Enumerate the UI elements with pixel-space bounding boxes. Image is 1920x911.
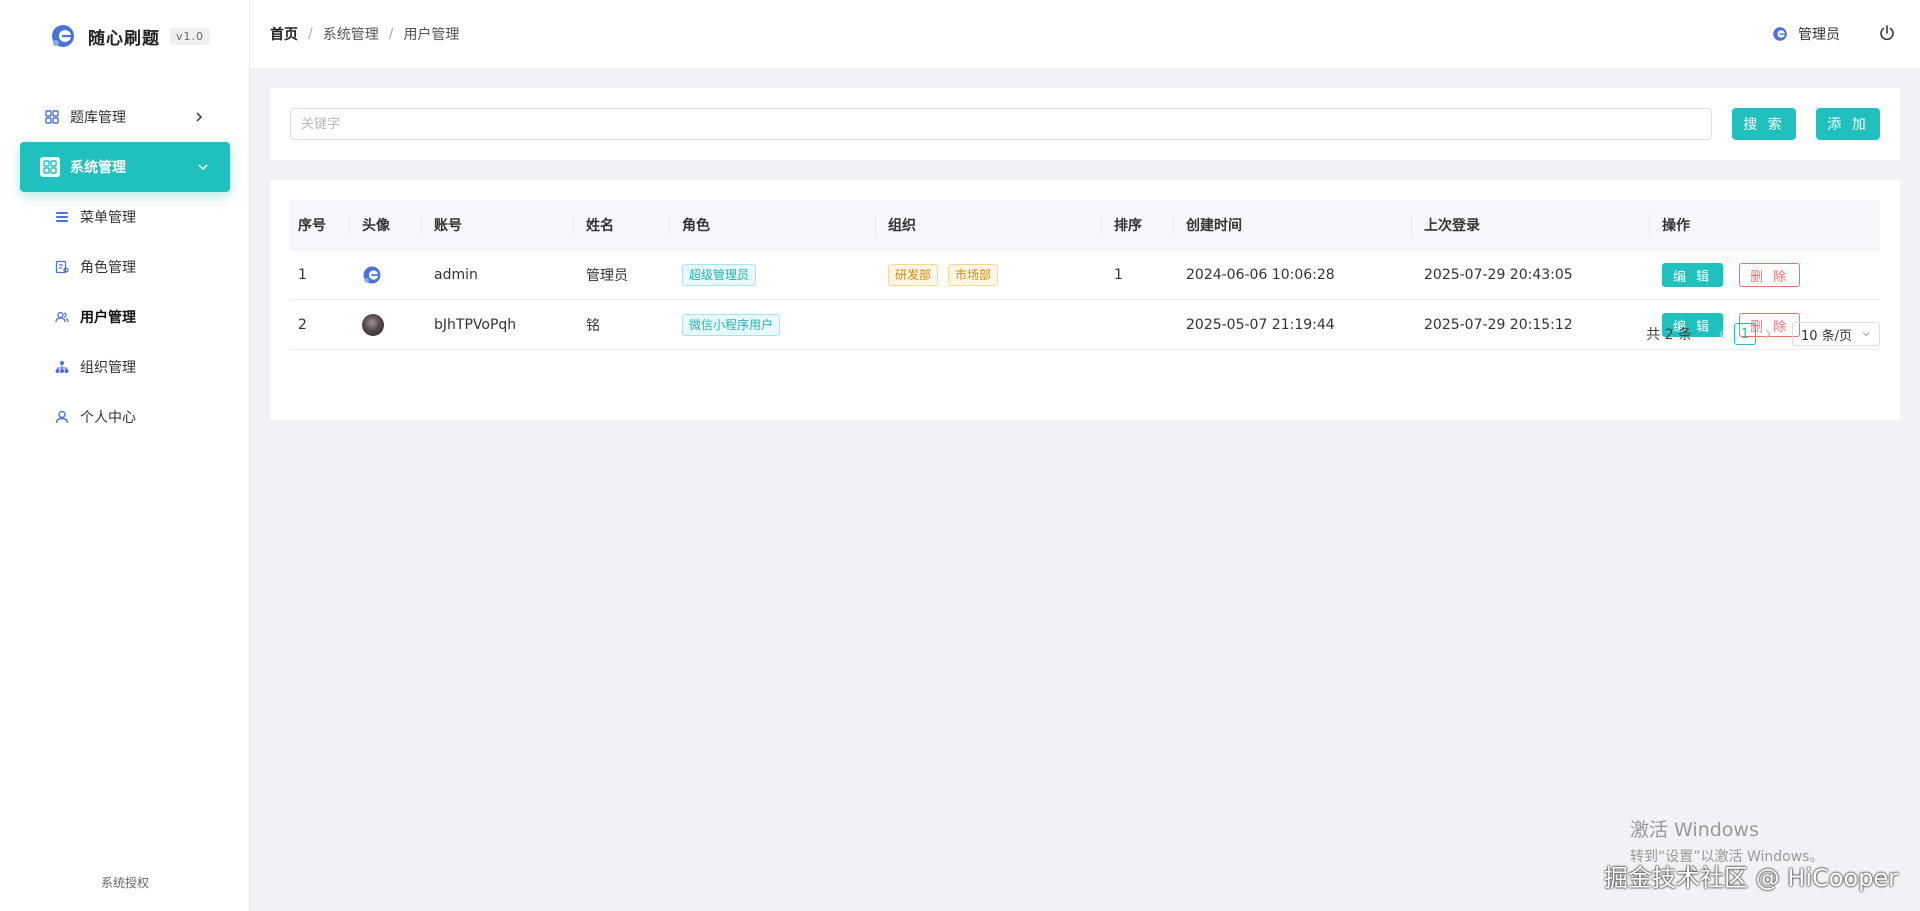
menu-list-icon (54, 209, 70, 225)
column-header-actions: 操作 (1662, 218, 1690, 234)
sidebar-item-system[interactable]: 系统管理 (20, 142, 230, 192)
org-tag: 市场部 (948, 264, 999, 286)
search-button[interactable]: 搜 索 (1732, 108, 1796, 140)
cell-actions: 编 辑 删 除 (1650, 250, 1880, 300)
role-tag: 微信小程序用户 (682, 314, 781, 336)
sidebar-item-question-bank[interactable]: 题库管理 (0, 92, 250, 142)
cell-role: 超级管理员 (670, 250, 876, 300)
sidebar-item-menus[interactable]: 菜单管理 (0, 192, 250, 242)
sidebar-menu: 题库管理 系统管理 菜单管理 角色管理 用户管理 组织管理 个人中心 (0, 92, 250, 442)
chevron-right-icon[interactable] (1762, 328, 1774, 340)
role-icon (54, 259, 70, 275)
cell-avatar (350, 300, 422, 350)
total-count: 共 2 条 (1646, 327, 1692, 343)
system-license-link[interactable]: 系统授权 (0, 874, 250, 891)
column-header-org: 组织 (876, 200, 1102, 250)
column-header-last-login: 上次登录 (1412, 200, 1650, 250)
page-size-select[interactable]: 10 条/页 (1792, 322, 1880, 346)
brand-name: 随心刷题 (88, 28, 160, 49)
avatar (362, 314, 384, 336)
logo-icon (52, 25, 74, 47)
chevron-down-icon (1862, 332, 1870, 337)
avatar (363, 266, 381, 284)
cell-index: 1 (298, 267, 307, 283)
column-header-role: 角色 (670, 200, 876, 250)
table-header-row: 序号 头像 账号 姓名 角色 组织 排序 创建时间 上次登录 操作 (290, 200, 1880, 250)
user-name: 管理员 (1798, 27, 1840, 43)
cell-name: 铭 (586, 318, 600, 334)
pagination: 共 2 条 1 10 条/页 (1646, 322, 1880, 346)
org-tree-icon (54, 359, 70, 375)
cell-index: 2 (298, 317, 307, 333)
table-row: 1 admin 管理员 超级管理员 研发部 市场部 1 2024-06-06 1… (290, 250, 1880, 300)
sidebar-item-label: 用户管理 (80, 310, 136, 326)
sidebar-item-org[interactable]: 组织管理 (0, 342, 250, 392)
avatar-icon (1773, 27, 1787, 41)
cell-sort (1102, 300, 1174, 350)
top-header: 首页 / 系统管理 / 用户管理 管理员 (250, 0, 1920, 68)
grid-icon (44, 109, 60, 125)
community-watermark: 掘金技术社区 @ HiCooper (1604, 864, 1898, 892)
cell-sort: 1 (1114, 267, 1123, 283)
users-icon (54, 309, 70, 325)
sidebar-item-label: 题库管理 (70, 110, 126, 126)
grid-icon (40, 157, 60, 177)
column-header-name: 姓名 (574, 200, 670, 250)
person-icon (54, 409, 70, 425)
sidebar-item-label: 个人中心 (80, 410, 136, 426)
breadcrumb-system[interactable]: 系统管理 (323, 24, 379, 44)
chevron-left-icon[interactable] (1716, 328, 1728, 340)
sidebar-item-label: 系统管理 (70, 160, 126, 176)
version-badge: v1.0 (170, 27, 211, 45)
sidebar-item-profile[interactable]: 个人中心 (0, 392, 250, 442)
cell-org: 研发部 市场部 (876, 250, 1102, 300)
sidebar-item-label: 菜单管理 (80, 210, 136, 226)
breadcrumb-current: 用户管理 (403, 27, 460, 43)
cell-account: admin (434, 267, 478, 283)
cell-last-login: 2025-07-29 20:43:05 (1424, 267, 1573, 283)
search-input[interactable] (290, 108, 1712, 140)
cell-account: bJhTPVoPqh (434, 317, 517, 333)
table-row: 2 bJhTPVoPqh 铭 微信小程序用户 2025-05-07 21:19:… (290, 300, 1880, 350)
breadcrumb-home[interactable]: 首页 (270, 24, 298, 44)
cell-avatar (350, 250, 422, 300)
page-size-value: 10 条/页 (1801, 328, 1853, 344)
activate-title: 激活 Windows (1630, 819, 1759, 841)
breadcrumb-separator: / (388, 26, 394, 42)
org-tag: 研发部 (888, 264, 939, 286)
search-panel: 搜 索 添 加 (270, 88, 1900, 160)
power-icon[interactable] (1878, 24, 1896, 42)
cell-role: 微信小程序用户 (670, 300, 876, 350)
chevron-down-icon (198, 164, 208, 171)
sidebar-item-label: 组织管理 (80, 360, 136, 376)
role-tag: 超级管理员 (682, 264, 757, 286)
chevron-right-icon (196, 112, 203, 122)
column-header-account: 账号 (422, 200, 574, 250)
page-number[interactable]: 1 (1734, 323, 1756, 345)
cell-created: 2025-05-07 21:19:44 (1186, 317, 1335, 333)
cell-last-login: 2025-07-29 20:15:12 (1424, 317, 1573, 333)
breadcrumb: 首页 / 系统管理 / 用户管理 (270, 24, 459, 44)
edit-button[interactable]: 编 辑 (1662, 263, 1724, 287)
add-button[interactable]: 添 加 (1816, 108, 1880, 140)
table-panel: 序号 头像 账号 姓名 角色 组织 排序 创建时间 上次登录 操作 1 admi… (270, 180, 1900, 420)
cell-created: 2024-06-06 10:06:28 (1186, 267, 1335, 283)
column-header-created: 创建时间 (1174, 200, 1412, 250)
delete-button[interactable]: 删 除 (1739, 263, 1801, 287)
cell-name: 管理员 (586, 268, 628, 284)
cell-org (876, 300, 1102, 350)
sidebar-item-users[interactable]: 用户管理 (0, 292, 250, 342)
column-header-index: 序号 (290, 200, 350, 250)
sidebar-item-label: 角色管理 (80, 260, 136, 276)
breadcrumb-separator: / (308, 26, 313, 42)
brand[interactable]: 随心刷题 v1.0 (50, 22, 211, 50)
user-menu[interactable]: 管理员 (1772, 24, 1840, 44)
sidebar-item-roles[interactable]: 角色管理 (0, 242, 250, 292)
column-header-avatar: 头像 (350, 200, 422, 250)
column-header-sort: 排序 (1102, 200, 1174, 250)
user-table: 序号 头像 账号 姓名 角色 组织 排序 创建时间 上次登录 操作 1 admi… (290, 200, 1880, 350)
sidebar: 随心刷题 v1.0 题库管理 系统管理 菜单管理 角色管理 用户管理 组织管理 … (0, 0, 250, 911)
